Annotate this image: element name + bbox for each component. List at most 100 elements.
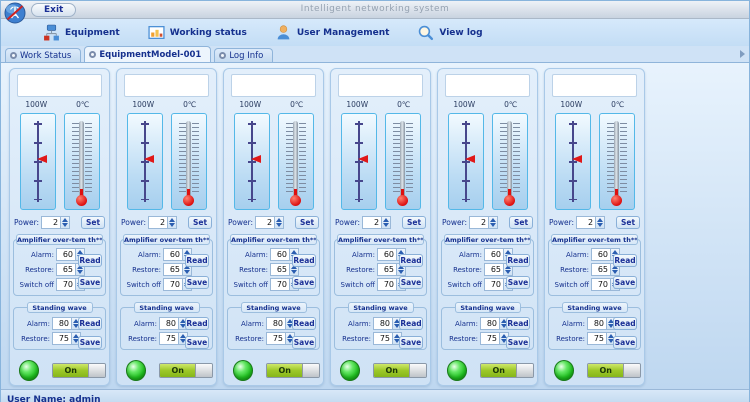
switch-on-label: On <box>53 364 88 377</box>
tab-work-status[interactable]: Work Status <box>5 48 81 62</box>
switch-thumb[interactable] <box>88 364 105 377</box>
amplifier-save-button[interactable]: Save <box>399 276 423 289</box>
down-arrow-icon[interactable] <box>62 223 68 227</box>
spinner-arrows[interactable] <box>489 216 498 229</box>
standing-wave-save-button[interactable]: Save <box>292 336 316 349</box>
standing-wave-save-button[interactable]: Save <box>399 336 423 349</box>
toolbar-item-working-status[interactable]: Working status <box>148 24 247 41</box>
switch-thumb[interactable] <box>516 364 533 377</box>
sw-restore-spinner[interactable]: 75 <box>266 332 295 345</box>
sw-alarm-spinner[interactable]: 80 <box>159 317 188 330</box>
switch-off-value: 70 <box>163 278 183 291</box>
spinner-arrows[interactable] <box>275 216 284 229</box>
down-arrow-icon[interactable] <box>169 223 175 227</box>
power-spinner[interactable]: 2 <box>362 216 391 229</box>
switch-thumb[interactable] <box>302 364 319 377</box>
standing-wave-read-button[interactable]: Read <box>506 317 530 330</box>
sw-restore-spinner[interactable]: 75 <box>52 332 81 345</box>
sw-alarm-spinner[interactable]: 80 <box>266 317 295 330</box>
set-button[interactable]: Set <box>295 216 319 229</box>
switch-off-value: 70 <box>591 278 611 291</box>
power-switch-toggle[interactable]: On <box>587 363 641 378</box>
amplifier-read-button[interactable]: Read <box>292 254 316 267</box>
sw-restore-spinner[interactable]: 75 <box>373 332 402 345</box>
tab-scroll-arrow-icon[interactable] <box>740 50 745 58</box>
up-arrow-icon[interactable] <box>276 218 282 222</box>
amplifier-save-button[interactable]: Save <box>78 276 102 289</box>
power-switch-toggle[interactable]: On <box>373 363 427 378</box>
amplifier-read-button[interactable]: Read <box>78 254 102 267</box>
spinner-arrows[interactable] <box>168 216 177 229</box>
power-spinner[interactable]: 2 <box>41 216 70 229</box>
amplifier-save-button[interactable]: Save <box>292 276 316 289</box>
spinner-arrows[interactable] <box>382 216 391 229</box>
alarm-label: Alarm: <box>444 251 484 259</box>
toolbar-item-view-log[interactable]: View log <box>417 24 482 41</box>
toolbar-item-user-management[interactable]: User Management <box>275 24 390 41</box>
down-arrow-icon[interactable] <box>383 223 389 227</box>
standing-wave-save-button[interactable]: Save <box>613 336 637 349</box>
power-switch-toggle[interactable]: On <box>52 363 106 378</box>
spinner-arrows[interactable] <box>596 216 605 229</box>
power-switch-toggle[interactable]: On <box>480 363 534 378</box>
amplifier-read-button[interactable]: Read <box>399 254 423 267</box>
antenna-logo-icon <box>4 2 26 24</box>
tab-log-info[interactable]: Log Info <box>214 48 273 62</box>
up-arrow-icon[interactable] <box>597 218 603 222</box>
amplifier-group-title: Amplifier over-tem th** <box>444 234 531 245</box>
amplifier-save-button[interactable]: Save <box>185 276 209 289</box>
down-arrow-icon[interactable] <box>597 223 603 227</box>
restore-value: 65 <box>591 263 611 276</box>
standing-wave-save-button[interactable]: Save <box>506 336 530 349</box>
thermometer-gauge <box>278 113 314 210</box>
sw-alarm-spinner[interactable]: 80 <box>373 317 402 330</box>
amplifier-read-button[interactable]: Read <box>613 254 637 267</box>
switch-thumb[interactable] <box>623 364 640 377</box>
up-arrow-icon[interactable] <box>490 218 496 222</box>
power-value: 2 <box>576 216 596 229</box>
amplifier-read-button[interactable]: Read <box>506 254 530 267</box>
tab-equipment-model-001[interactable]: EquipmentModel-001 <box>84 46 211 62</box>
power-switch-toggle[interactable]: On <box>266 363 320 378</box>
set-button[interactable]: Set <box>81 216 105 229</box>
power-gauge <box>555 113 591 210</box>
set-button[interactable]: Set <box>402 216 426 229</box>
power-spinner[interactable]: 2 <box>255 216 284 229</box>
sw-restore-spinner[interactable]: 75 <box>480 332 509 345</box>
up-arrow-icon[interactable] <box>169 218 175 222</box>
switch-thumb[interactable] <box>409 364 426 377</box>
standing-wave-read-button[interactable]: Read <box>399 317 423 330</box>
standing-wave-read-button[interactable]: Read <box>292 317 316 330</box>
up-arrow-icon[interactable] <box>62 218 68 222</box>
switch-thumb[interactable] <box>195 364 212 377</box>
amplifier-save-button[interactable]: Save <box>506 276 530 289</box>
sw-restore-spinner[interactable]: 75 <box>159 332 188 345</box>
power-spinner[interactable]: 2 <box>576 216 605 229</box>
amplifier-read-button[interactable]: Read <box>185 254 209 267</box>
amplifier-save-button[interactable]: Save <box>613 276 637 289</box>
down-arrow-icon[interactable] <box>490 223 496 227</box>
standing-wave-read-button[interactable]: Read <box>185 317 209 330</box>
set-button[interactable]: Set <box>509 216 533 229</box>
spinner-arrows[interactable] <box>61 216 70 229</box>
sw-alarm-spinner[interactable]: 80 <box>480 317 509 330</box>
thermometer-ticks-right <box>85 123 92 194</box>
sw-restore-spinner[interactable]: 75 <box>587 332 616 345</box>
standing-wave-read-button[interactable]: Read <box>613 317 637 330</box>
toolbar-item-equipment[interactable]: Equipment <box>43 24 120 41</box>
power-spinner[interactable]: 2 <box>148 216 177 229</box>
power-spinner[interactable]: 2 <box>469 216 498 229</box>
set-button[interactable]: Set <box>188 216 212 229</box>
power-switch-toggle[interactable]: On <box>159 363 213 378</box>
sw-alarm-spinner[interactable]: 80 <box>52 317 81 330</box>
alarm-label: Alarm: <box>16 251 56 259</box>
status-row: On <box>227 360 320 381</box>
standing-wave-save-button[interactable]: Save <box>185 336 209 349</box>
up-arrow-icon[interactable] <box>383 218 389 222</box>
standing-wave-read-button[interactable]: Read <box>78 317 102 330</box>
standing-wave-save-button[interactable]: Save <box>78 336 102 349</box>
sw-alarm-spinner[interactable]: 80 <box>587 317 616 330</box>
standing-wave-group-title: Standing wave <box>27 302 93 313</box>
down-arrow-icon[interactable] <box>276 223 282 227</box>
set-button[interactable]: Set <box>616 216 640 229</box>
